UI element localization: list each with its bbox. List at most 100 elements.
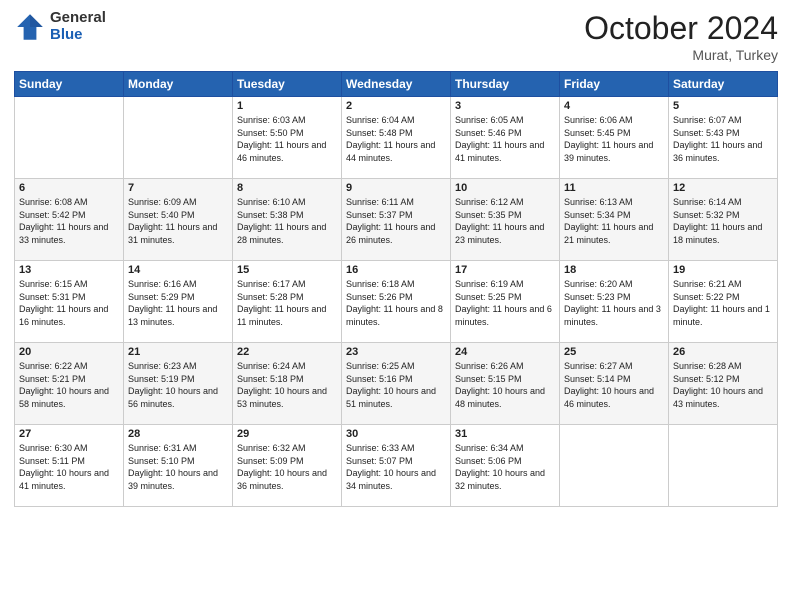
day-cell: 13 Sunrise: 6:15 AMSunset: 5:31 PMDayligh…: [15, 261, 124, 343]
day-number: 8: [237, 182, 337, 194]
day-number: 2: [346, 100, 446, 112]
day-info: Sunrise: 6:24 AMSunset: 5:18 PMDaylight:…: [237, 361, 327, 409]
day-number: 31: [455, 428, 555, 440]
day-cell: 11Sunrise: 6:13 AMSunset: 5:34 PMDayligh…: [560, 179, 669, 261]
col-sunday: Sunday: [15, 72, 124, 97]
day-info: Sunrise: 6:05 AMSunset: 5:46 PMDaylight:…: [455, 115, 544, 163]
col-monday: Monday: [124, 72, 233, 97]
day-info: Sunrise: 6:09 AMSunset: 5:40 PMDaylight:…: [128, 197, 217, 245]
day-info: Sunrise: 6:26 AMSunset: 5:15 PMDaylight:…: [455, 361, 545, 409]
day-number: 26: [673, 346, 773, 358]
day-cell: 27 Sunrise: 6:30 AMSunset: 5:11 PMDayligh…: [15, 425, 124, 507]
day-cell: 30Sunrise: 6:33 AMSunset: 5:07 PMDayligh…: [342, 425, 451, 507]
logo-blue-text: Blue: [50, 27, 106, 44]
day-cell: 1 Sunrise: 6:03 AMSunset: 5:50 PMDaylight…: [233, 97, 342, 179]
day-cell: 17 Sunrise: 6:19 AMSunset: 5:25 PMDayligh…: [451, 261, 560, 343]
day-number: 16: [346, 264, 446, 276]
day-cell: 3 Sunrise: 6:05 AMSunset: 5:46 PMDaylight…: [451, 97, 560, 179]
day-info: Sunrise: 6:15 AMSunset: 5:31 PMDaylight:…: [19, 279, 108, 327]
week-row-4: 20 Sunrise: 6:22 AMSunset: 5:21 PMDayligh…: [15, 343, 778, 425]
day-number: 21: [128, 346, 228, 358]
day-info: Sunrise: 6:13 AMSunset: 5:34 PMDaylight:…: [564, 197, 653, 245]
day-number: 29: [237, 428, 337, 440]
logo: General Blue: [14, 10, 106, 43]
day-cell: 21 Sunrise: 6:23 AMSunset: 5:19 PMDayligh…: [124, 343, 233, 425]
day-cell: 22 Sunrise: 6:24 AMSunset: 5:18 PMDayligh…: [233, 343, 342, 425]
header-row: Sunday Monday Tuesday Wednesday Thursday…: [15, 72, 778, 97]
day-cell: 2Sunrise: 6:04 AMSunset: 5:48 PMDaylight…: [342, 97, 451, 179]
day-number: 24: [455, 346, 555, 358]
day-number: 3: [455, 100, 555, 112]
day-cell: 20 Sunrise: 6:22 AMSunset: 5:21 PMDayligh…: [15, 343, 124, 425]
logo-icon: [14, 11, 46, 43]
page: General Blue October 2024 Murat, Turkey …: [0, 0, 792, 612]
day-cell: [15, 97, 124, 179]
day-info: Sunrise: 6:22 AMSunset: 5:21 PMDaylight:…: [19, 361, 109, 409]
day-number: 18: [564, 264, 664, 276]
day-cell: 18 Sunrise: 6:20 AMSunset: 5:23 PMDayligh…: [560, 261, 669, 343]
day-cell: 28Sunrise: 6:31 AMSunset: 5:10 PMDayligh…: [124, 425, 233, 507]
day-cell: 16 Sunrise: 6:18 AMSunset: 5:26 PMDayligh…: [342, 261, 451, 343]
day-number: 25: [564, 346, 664, 358]
day-number: 1: [237, 100, 337, 112]
day-cell: 25 Sunrise: 6:27 AMSunset: 5:14 PMDayligh…: [560, 343, 669, 425]
day-cell: 12 Sunrise: 6:14 AMSunset: 5:32 PMDayligh…: [669, 179, 778, 261]
logo-general-text: General: [50, 10, 106, 27]
day-info: Sunrise: 6:16 AMSunset: 5:29 PMDaylight:…: [128, 279, 217, 327]
day-info: Sunrise: 6:08 AMSunset: 5:42 PMDaylight:…: [19, 197, 108, 245]
day-cell: 24 Sunrise: 6:26 AMSunset: 5:15 PMDayligh…: [451, 343, 560, 425]
day-cell: [669, 425, 778, 507]
day-info: Sunrise: 6:28 AMSunset: 5:12 PMDaylight:…: [673, 361, 763, 409]
month-title: October 2024: [584, 10, 778, 47]
day-number: 17: [455, 264, 555, 276]
day-number: 28: [128, 428, 228, 440]
day-info: Sunrise: 6:14 AMSunset: 5:32 PMDaylight:…: [673, 197, 762, 245]
day-number: 9: [346, 182, 446, 194]
day-cell: 7 Sunrise: 6:09 AMSunset: 5:40 PMDaylight…: [124, 179, 233, 261]
col-friday: Friday: [560, 72, 669, 97]
col-wednesday: Wednesday: [342, 72, 451, 97]
col-tuesday: Tuesday: [233, 72, 342, 97]
day-cell: [560, 425, 669, 507]
calendar-table: Sunday Monday Tuesday Wednesday Thursday…: [14, 71, 778, 507]
header: General Blue October 2024 Murat, Turkey: [14, 10, 778, 63]
day-info: Sunrise: 6:11 AMSunset: 5:37 PMDaylight:…: [346, 197, 435, 245]
day-cell: 8 Sunrise: 6:10 AMSunset: 5:38 PMDaylight…: [233, 179, 342, 261]
location: Murat, Turkey: [584, 47, 778, 63]
day-number: 27: [19, 428, 119, 440]
day-info: Sunrise: 6:03 AMSunset: 5:50 PMDaylight:…: [237, 115, 326, 163]
day-info: Sunrise: 6:10 AMSunset: 5:38 PMDaylight:…: [237, 197, 326, 245]
day-cell: 6Sunrise: 6:08 AMSunset: 5:42 PMDaylight…: [15, 179, 124, 261]
week-row-2: 6Sunrise: 6:08 AMSunset: 5:42 PMDaylight…: [15, 179, 778, 261]
day-info: Sunrise: 6:30 AMSunset: 5:11 PMDaylight:…: [19, 443, 109, 491]
col-saturday: Saturday: [669, 72, 778, 97]
day-number: 20: [19, 346, 119, 358]
day-number: 5: [673, 100, 773, 112]
day-cell: 31Sunrise: 6:34 AMSunset: 5:06 PMDayligh…: [451, 425, 560, 507]
day-info: Sunrise: 6:07 AMSunset: 5:43 PMDaylight:…: [673, 115, 762, 163]
day-cell: 5 Sunrise: 6:07 AMSunset: 5:43 PMDaylight…: [669, 97, 778, 179]
logo-text: General Blue: [50, 10, 106, 43]
day-number: 15: [237, 264, 337, 276]
day-cell: [124, 97, 233, 179]
day-number: 7: [128, 182, 228, 194]
day-number: 14: [128, 264, 228, 276]
week-row-5: 27 Sunrise: 6:30 AMSunset: 5:11 PMDayligh…: [15, 425, 778, 507]
day-info: Sunrise: 6:21 AMSunset: 5:22 PMDaylight:…: [673, 279, 770, 327]
day-info: Sunrise: 6:23 AMSunset: 5:19 PMDaylight:…: [128, 361, 218, 409]
day-number: 22: [237, 346, 337, 358]
day-info: Sunrise: 6:19 AMSunset: 5:25 PMDaylight:…: [455, 279, 552, 327]
week-row-3: 13 Sunrise: 6:15 AMSunset: 5:31 PMDayligh…: [15, 261, 778, 343]
day-info: Sunrise: 6:25 AMSunset: 5:16 PMDaylight:…: [346, 361, 436, 409]
day-info: Sunrise: 6:18 AMSunset: 5:26 PMDaylight:…: [346, 279, 443, 327]
day-info: Sunrise: 6:20 AMSunset: 5:23 PMDaylight:…: [564, 279, 661, 327]
day-info: Sunrise: 6:17 AMSunset: 5:28 PMDaylight:…: [237, 279, 326, 327]
col-thursday: Thursday: [451, 72, 560, 97]
day-number: 13: [19, 264, 119, 276]
week-row-1: 1 Sunrise: 6:03 AMSunset: 5:50 PMDaylight…: [15, 97, 778, 179]
day-info: Sunrise: 6:32 AMSunset: 5:09 PMDaylight:…: [237, 443, 327, 491]
day-number: 12: [673, 182, 773, 194]
day-number: 30: [346, 428, 446, 440]
day-cell: 26 Sunrise: 6:28 AMSunset: 5:12 PMDayligh…: [669, 343, 778, 425]
day-info: Sunrise: 6:27 AMSunset: 5:14 PMDaylight:…: [564, 361, 654, 409]
